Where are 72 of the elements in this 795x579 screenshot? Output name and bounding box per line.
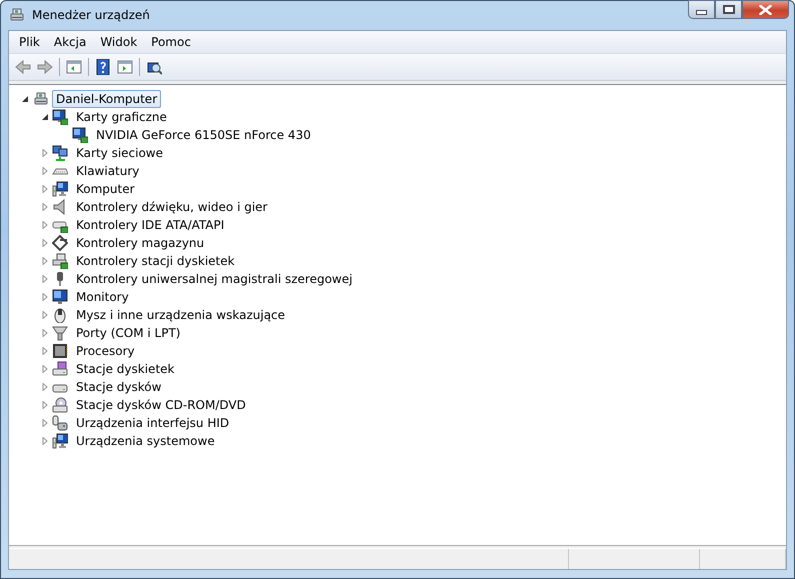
computer-icon [52,181,68,197]
expand-arrow-icon[interactable] [41,184,50,194]
tree-item[interactable]: Stacje dysków CD-ROM/DVD [72,396,250,414]
computer-icon [52,433,68,449]
expand-arrow-icon[interactable] [41,310,50,320]
tree-item[interactable]: Mysz i inne urządzenia wskazujące [72,306,290,324]
tree-item[interactable]: Kontrolery dźwięku, wideo i gier [72,198,272,216]
computer-icon [8,7,24,23]
panel-icon [66,59,82,75]
monitor-icon [52,109,68,125]
tree-item[interactable]: Kontrolery uniwersalnej magistrali szeregowej [72,270,356,288]
monitor-icon [72,127,88,143]
hid-icon [52,415,68,431]
tree-item[interactable]: Daniel-Komputer [52,90,162,108]
tree-item[interactable]: Procesory [72,342,139,360]
tree-item[interactable]: Monitory [72,288,133,306]
tree-item[interactable]: Kontrolery stacji dyskietek [72,252,239,270]
expand-arrow-icon[interactable] [41,202,50,212]
maximize-icon [722,5,734,14]
menu-item[interactable]: Plik [12,33,47,51]
expand-arrow-icon[interactable] [41,274,50,284]
collapse-arrow-icon[interactable] [21,94,30,104]
window-title: Menedżer urządzeń [32,8,150,22]
expand-arrow-icon[interactable] [41,148,50,158]
tree-item[interactable]: Stacje dysków [72,378,166,396]
help-icon [95,59,111,75]
expand-arrow-icon[interactable] [41,166,50,176]
mouse-icon [52,307,68,323]
floppy-icon [52,253,68,269]
expand-arrow-icon[interactable] [41,256,50,266]
close-icon [759,4,772,14]
panel-icon [117,59,133,75]
menu-item[interactable]: Akcja [46,33,94,51]
collapse-arrow-icon[interactable] [41,112,50,122]
expand-arrow-icon[interactable] [41,436,50,446]
back-icon [15,59,31,75]
network-icon [52,145,68,161]
tree-item[interactable]: Kontrolery magazynu [72,234,208,252]
minimize-icon [696,10,707,15]
tree-item[interactable]: Porty (COM i LPT) [72,324,184,342]
chip-icon [52,343,68,359]
tree-item[interactable]: Kontrolery IDE ATA/ATAPI [72,216,228,234]
expand-arrow-icon[interactable] [41,418,50,428]
minimize-button[interactable] [688,0,715,19]
tree-item[interactable]: Komputer [72,180,139,198]
expand-arrow-icon[interactable] [41,292,50,302]
expand-arrow-icon[interactable] [41,220,50,230]
close-button[interactable] [742,0,789,19]
maximize-button[interactable] [715,0,742,19]
floppy-drive-icon [52,361,68,377]
menu-item[interactable]: Pomoc [144,33,198,51]
tree-item[interactable]: Stacje dyskietek [72,360,178,378]
tree-view[interactable] [9,84,786,546]
tree-item[interactable]: Karty sieciowe [72,144,168,162]
tree-item[interactable]: Klawiatury [72,162,144,180]
cd-drive-icon [52,397,68,413]
tree-item[interactable]: NVIDIA GeForce 6150SE nForce 430 [92,126,315,144]
tree-item[interactable]: Urządzenia systemowe [72,432,219,450]
storage-icon [52,235,68,251]
menu-item[interactable]: Widok [93,33,144,51]
port-icon [52,325,68,341]
expand-arrow-icon[interactable] [41,238,50,248]
expand-arrow-icon[interactable] [41,382,50,392]
expand-arrow-icon[interactable] [41,400,50,410]
tree-item[interactable]: Urządzenia interfejsu HID [72,414,234,432]
forward-icon [37,59,53,75]
tree-item[interactable]: Karty graficzne [72,108,171,126]
expand-arrow-icon[interactable] [41,346,50,356]
computer-icon [32,91,48,107]
expand-arrow-icon[interactable] [41,328,50,338]
monitor-icon [52,289,68,305]
expand-arrow-icon[interactable] [41,364,50,374]
